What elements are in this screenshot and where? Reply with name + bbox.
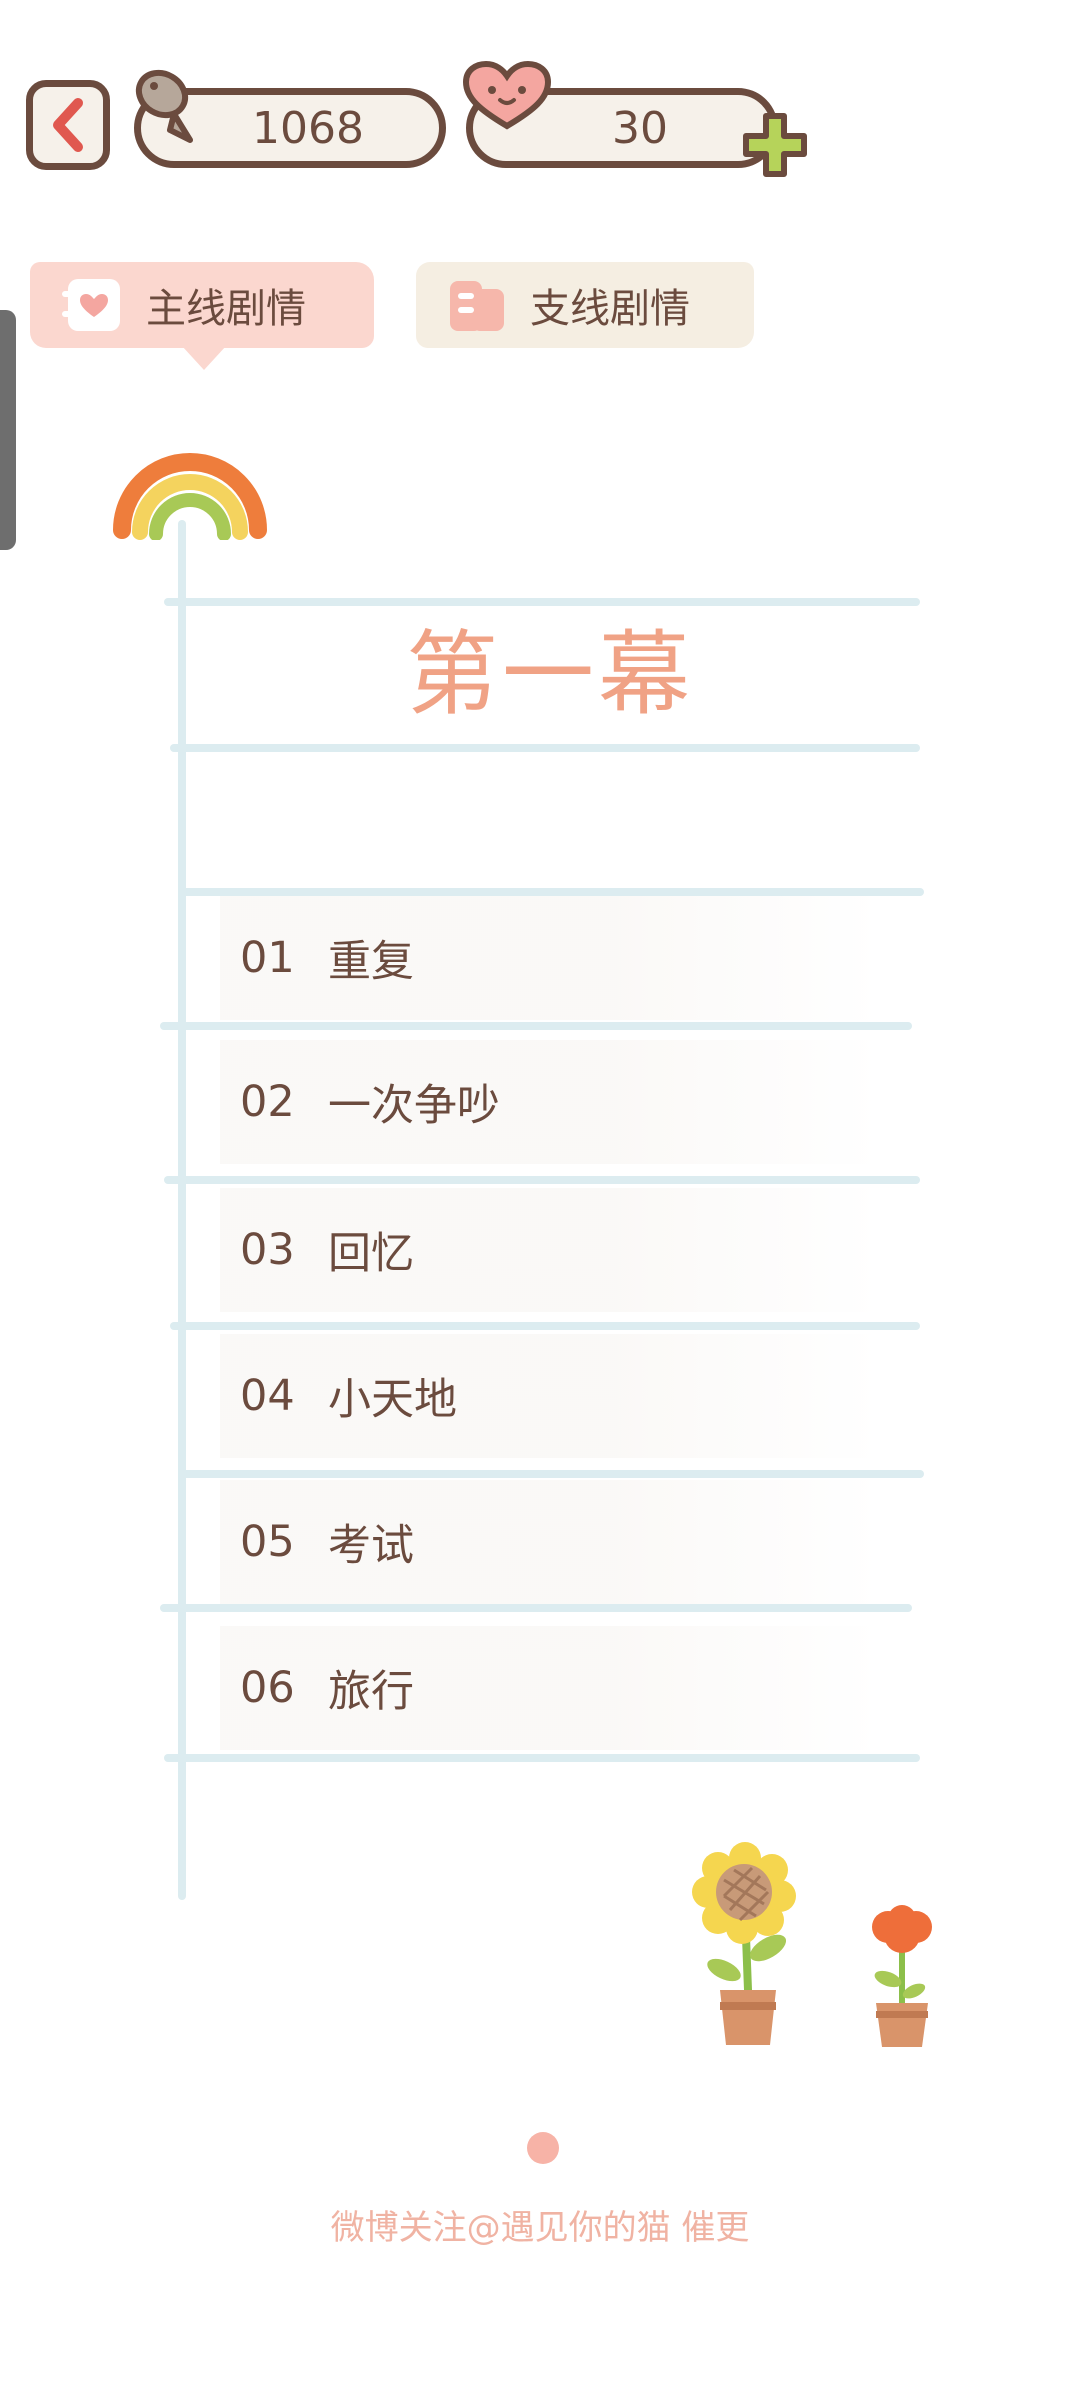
tab-side-story[interactable]: 支线剧情 bbox=[416, 262, 754, 348]
divider bbox=[160, 1604, 912, 1612]
chapter-item[interactable]: 03 回忆 bbox=[220, 1188, 880, 1312]
chapter-number: 01 bbox=[240, 933, 295, 983]
chapter-item[interactable]: 05 考试 bbox=[220, 1480, 880, 1604]
red-flower-pot-icon bbox=[872, 1905, 932, 2047]
side-drawer-handle[interactable] bbox=[0, 310, 16, 550]
notebook-heart-icon bbox=[60, 275, 124, 335]
divider bbox=[160, 1022, 912, 1030]
back-button[interactable] bbox=[26, 80, 110, 170]
chapter-number: 05 bbox=[240, 1517, 295, 1567]
chapter-item[interactable]: 01 重复 bbox=[220, 896, 880, 1020]
divider bbox=[170, 744, 920, 752]
divider bbox=[170, 1322, 920, 1330]
chapter-title: 旅行 bbox=[328, 1667, 414, 1717]
divider bbox=[164, 1176, 920, 1184]
page-indicator-dot bbox=[527, 2132, 559, 2164]
chapter-number: 06 bbox=[240, 1663, 295, 1713]
chevron-left-icon bbox=[53, 98, 83, 152]
add-hearts-button[interactable] bbox=[740, 110, 810, 180]
divider bbox=[164, 1754, 920, 1762]
footer-note: 微博关注@遇见你的猫 催更 bbox=[330, 2208, 750, 2248]
chapter-select-screen: 1068 30 主线剧情 支线剧情 第一幕 01 重复 02 一次争吵 03 回… bbox=[0, 0, 1080, 2400]
fish-count: 1068 bbox=[252, 102, 364, 154]
heart-count: 30 bbox=[612, 102, 668, 154]
chapter-item[interactable]: 06 旅行 bbox=[220, 1626, 880, 1750]
chapter-title: 回忆 bbox=[328, 1229, 414, 1279]
chapter-number: 04 bbox=[240, 1371, 295, 1421]
side-notebook-icon bbox=[446, 275, 508, 335]
act-title: 第一幕 bbox=[405, 621, 694, 728]
heart-face-icon bbox=[462, 60, 552, 130]
dried-fish-icon bbox=[135, 69, 193, 143]
chapter-item[interactable]: 04 小天地 bbox=[220, 1334, 880, 1458]
tab-main-story-label: 主线剧情 bbox=[146, 286, 306, 332]
tab-main-story[interactable]: 主线剧情 bbox=[30, 262, 374, 370]
chapter-number: 02 bbox=[240, 1077, 295, 1127]
chapter-title: 考试 bbox=[328, 1521, 414, 1571]
chapter-item[interactable]: 02 一次争吵 bbox=[220, 1040, 880, 1164]
notebook-spine bbox=[178, 520, 186, 1900]
rainbow-icon bbox=[113, 453, 267, 540]
chapter-title: 小天地 bbox=[328, 1375, 457, 1425]
tab-side-story-label: 支线剧情 bbox=[530, 286, 690, 332]
divider bbox=[182, 1470, 924, 1478]
chapter-title: 一次争吵 bbox=[328, 1081, 500, 1131]
chapter-number: 03 bbox=[240, 1225, 295, 1275]
chapter-title: 重复 bbox=[328, 937, 414, 987]
sunflower-pot-icon bbox=[692, 1842, 796, 2045]
divider bbox=[180, 888, 924, 896]
